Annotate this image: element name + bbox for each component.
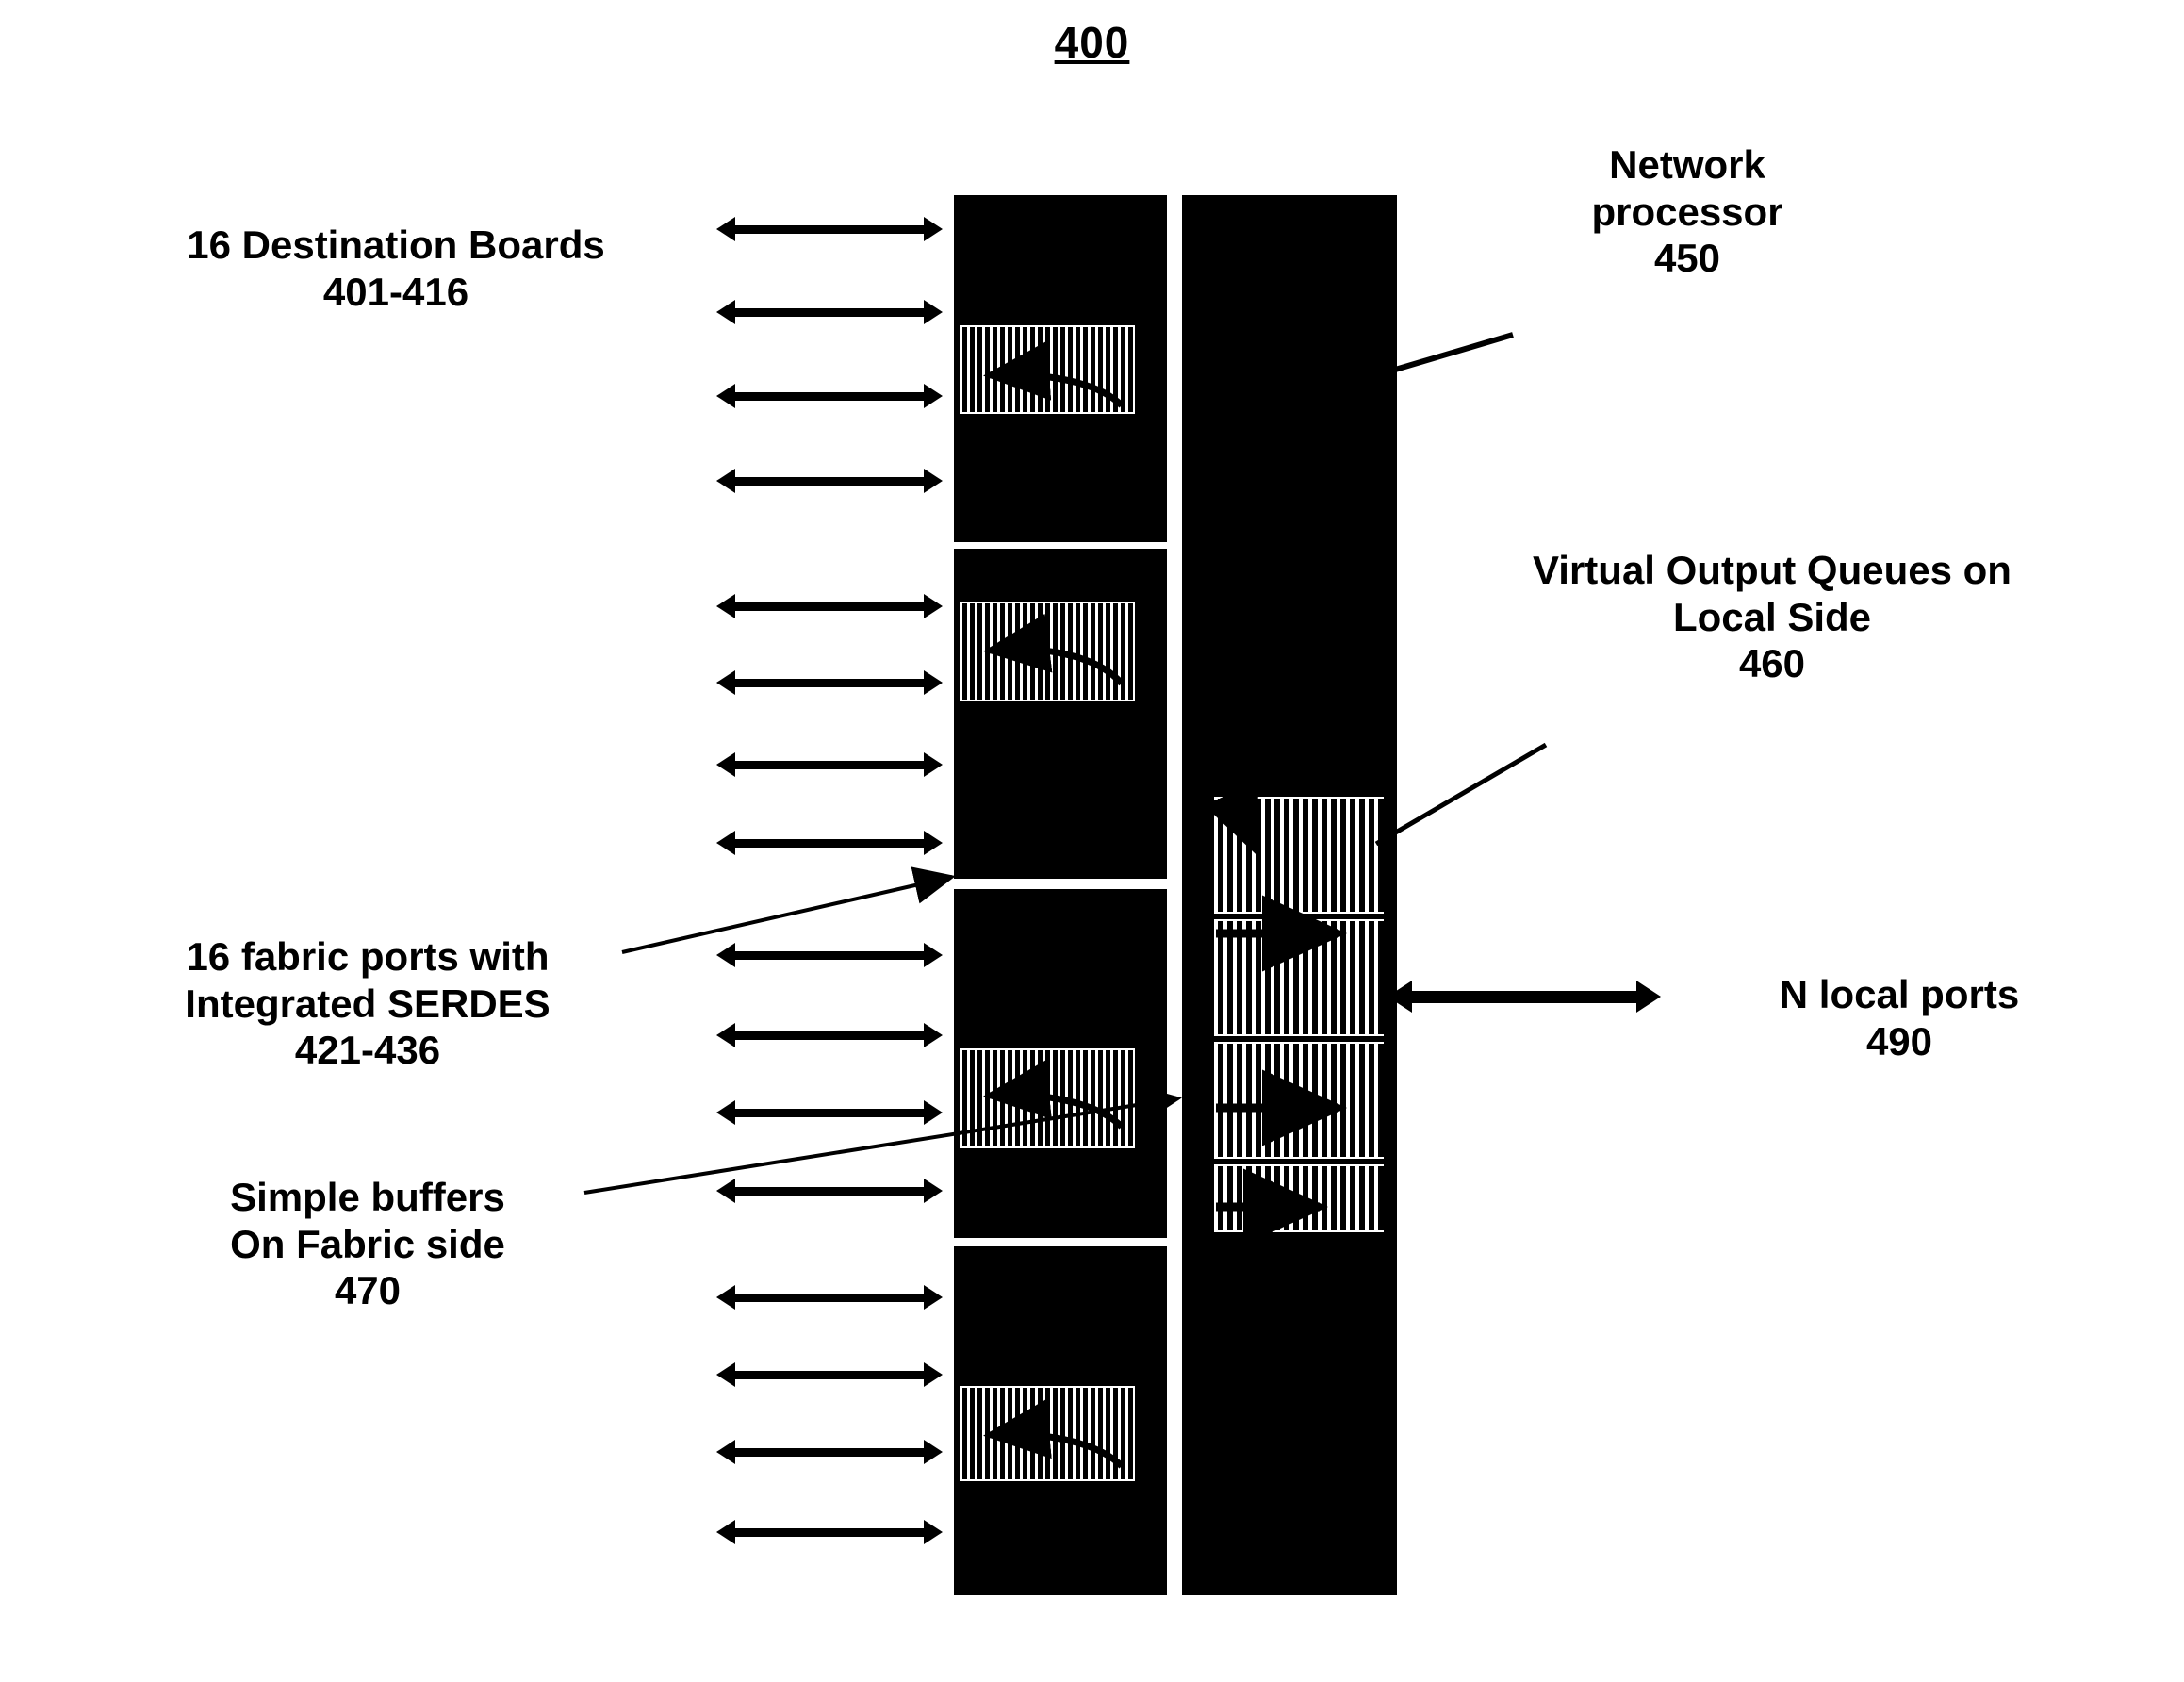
arrow-shaft	[731, 951, 928, 960]
label-destination-boards: 16 Destination Boards 401-416	[187, 223, 605, 314]
arrow-head-left	[716, 1285, 735, 1310]
figure-number: 400	[1054, 18, 1130, 67]
arrow-shaft	[731, 1109, 928, 1117]
arrow-head-left	[716, 1440, 735, 1464]
simple-buffer	[960, 325, 1135, 414]
arrow-head-left	[716, 217, 735, 241]
arrow-head-left	[1388, 981, 1412, 1013]
arrow-head-left	[716, 831, 735, 855]
arrow-head-right	[924, 752, 943, 777]
arrow-head-right	[1636, 981, 1661, 1013]
local-ports-arrow	[1388, 981, 1661, 1013]
bus-arrow	[716, 1023, 943, 1047]
arrow-head-right	[924, 1285, 943, 1310]
arrow-head-right	[924, 943, 943, 967]
bus-arrow	[716, 384, 943, 408]
label-virtual-output-queues: Virtual Output Queues on Local Side 460	[1533, 548, 2012, 686]
arrow-shaft	[731, 225, 928, 234]
arrow-shaft	[731, 1371, 928, 1379]
label-local-ports: N local ports 490	[1779, 972, 2020, 1064]
arrow-head-right	[924, 1023, 943, 1047]
bus-arrow	[716, 1440, 943, 1464]
arrow-head-right	[924, 217, 943, 241]
arrow-head-right	[924, 384, 943, 408]
arrow-head-left	[716, 594, 735, 618]
bus-arrow	[716, 469, 943, 493]
label-network-processor: Network processor 450	[1591, 142, 1783, 281]
arrow-head-right	[924, 1179, 943, 1203]
arrow-head-left	[716, 943, 735, 967]
bus-arrow	[716, 594, 943, 618]
bus-arrow	[716, 1362, 943, 1387]
arrow-head-right	[924, 670, 943, 695]
arrow-head-left	[716, 1520, 735, 1544]
arrow-shaft	[731, 477, 928, 486]
arrow-head-left	[716, 469, 735, 493]
arrow-head-left	[716, 1179, 735, 1203]
leader-virtual-output-queues	[1374, 742, 1548, 847]
bus-arrow	[716, 752, 943, 777]
bus-arrow	[716, 217, 943, 241]
arrow-shaft	[731, 1448, 928, 1457]
arrow-shaft	[731, 839, 928, 848]
arrow-head-left	[716, 300, 735, 324]
bus-arrow	[716, 831, 943, 855]
virtual-output-queue	[1214, 1042, 1384, 1159]
label-fabric-ports: 16 fabric ports with Integrated SERDES 4…	[185, 934, 550, 1073]
arrow-head-left	[716, 670, 735, 695]
leader-fabric-ports	[621, 866, 956, 954]
virtual-output-queue	[1214, 1164, 1384, 1232]
bus-arrow	[716, 1100, 943, 1125]
simple-buffer	[960, 1386, 1135, 1481]
arrow-shaft	[731, 679, 928, 687]
arrow-head-left	[716, 752, 735, 777]
arrow-head-right	[924, 594, 943, 618]
arrow-shaft	[731, 1187, 928, 1196]
bus-arrow	[716, 670, 943, 695]
arrow-head-right	[924, 831, 943, 855]
label-simple-buffers: Simple buffers On Fabric side 470	[230, 1175, 505, 1313]
arrow-shaft	[731, 1294, 928, 1302]
arrow-head-right	[924, 1362, 943, 1387]
arrow-shaft	[1403, 991, 1646, 1003]
arrow-head-right	[924, 469, 943, 493]
arrow-head-right	[924, 1100, 943, 1125]
virtual-output-queue	[1214, 797, 1384, 914]
arrow-shaft	[731, 392, 928, 401]
arrow-shaft	[731, 308, 928, 317]
arrow-shaft	[731, 1031, 928, 1040]
bus-arrow	[716, 943, 943, 967]
figure-canvas: 400 16 Destination Boards 401-416 16 fab…	[0, 0, 2184, 1682]
simple-buffer	[960, 602, 1135, 701]
leader-network-processor	[1385, 332, 1514, 375]
arrow-head-right	[924, 1440, 943, 1464]
virtual-output-queue	[1214, 919, 1384, 1036]
arrow-shaft	[731, 602, 928, 611]
bus-arrow	[716, 1285, 943, 1310]
bus-arrow	[716, 300, 943, 324]
arrow-head-left	[716, 384, 735, 408]
arrow-shaft	[731, 1528, 928, 1537]
simple-buffer	[960, 1048, 1135, 1148]
arrow-head-right	[924, 1520, 943, 1544]
arrow-head-left	[716, 1023, 735, 1047]
arrow-head-left	[716, 1362, 735, 1387]
bus-arrow	[716, 1179, 943, 1203]
bus-arrow	[716, 1520, 943, 1544]
arrow-shaft	[731, 761, 928, 769]
fabric-side-segment	[954, 549, 1180, 879]
arrow-head-right	[924, 300, 943, 324]
column-gap	[1167, 195, 1182, 1595]
arrow-head-left	[716, 1100, 735, 1125]
